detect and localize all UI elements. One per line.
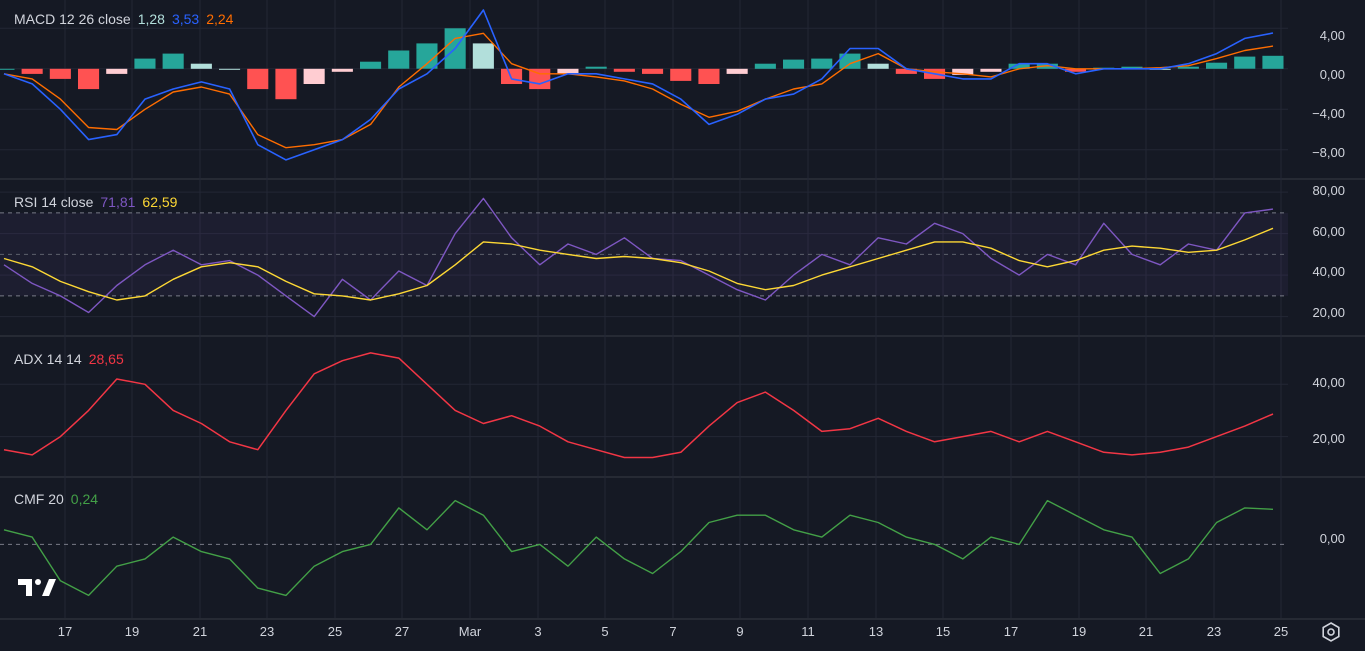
macd-histogram-bar bbox=[501, 68, 523, 84]
macd-histogram-bar bbox=[980, 68, 1002, 72]
tradingview-logo-icon[interactable] bbox=[18, 576, 56, 598]
macd-y-tick: −8,00 bbox=[1312, 145, 1345, 160]
x-tick: 25 bbox=[1273, 624, 1289, 639]
macd-histogram-bar bbox=[219, 68, 241, 70]
macd-histogram-bar bbox=[21, 68, 43, 74]
x-tick: Mar bbox=[458, 624, 482, 639]
x-tick: 5 bbox=[601, 624, 609, 639]
macd-histogram-bar bbox=[1177, 66, 1199, 69]
macd-histogram-bar bbox=[162, 53, 184, 69]
macd-histogram-bar bbox=[134, 58, 156, 69]
adx-y-tick: 20,00 bbox=[1312, 431, 1345, 446]
macd-legend-label: MACD 12 26 close bbox=[14, 11, 131, 27]
x-tick: 27 bbox=[394, 624, 410, 639]
x-tick: 11 bbox=[801, 624, 815, 639]
macd-histogram-bar bbox=[811, 58, 833, 69]
x-tick: 21 bbox=[192, 624, 208, 639]
macd-legend-histogram-value: 1,28 bbox=[137, 11, 165, 27]
x-tick: 7 bbox=[669, 624, 677, 639]
rsi-y-tick: 80,00 bbox=[1312, 183, 1345, 198]
adx-y-tick: 40,00 bbox=[1312, 375, 1345, 390]
rsi-y-tick: 60,00 bbox=[1312, 224, 1345, 239]
macd-histogram-bar bbox=[106, 68, 128, 74]
macd-histogram-bar bbox=[1206, 62, 1228, 69]
macd-histogram-bar bbox=[867, 63, 889, 69]
macd-histogram-bar bbox=[0, 68, 15, 70]
macd-histogram-bar bbox=[275, 68, 297, 100]
macd-histogram-bar bbox=[247, 68, 269, 90]
macd-histogram-bar bbox=[360, 61, 382, 69]
x-tick: 23 bbox=[1206, 624, 1222, 639]
macd-y-tick: 0,00 bbox=[1319, 67, 1345, 82]
x-tick: 15 bbox=[935, 624, 951, 639]
rsi-y-tick: 20,00 bbox=[1312, 305, 1345, 320]
x-tick: 9 bbox=[736, 624, 744, 639]
macd-histogram-bar bbox=[585, 66, 607, 69]
x-tick: 23 bbox=[259, 624, 275, 639]
macd-histogram-bar bbox=[416, 43, 438, 69]
macd-histogram-bar bbox=[49, 68, 71, 79]
macd-histogram-bar bbox=[78, 68, 100, 90]
rsi-legend-ma-value: 62,59 bbox=[142, 194, 178, 210]
macd-signal-line bbox=[3, 32, 1274, 149]
cmf-legend-label: CMF 20 bbox=[14, 491, 64, 507]
macd-y-tick: 4,00 bbox=[1319, 28, 1345, 43]
rsi-legend: RSI 14 close 71,81 62,59 bbox=[14, 193, 177, 211]
x-tick: 19 bbox=[1071, 624, 1087, 639]
x-tick: 13 bbox=[868, 624, 884, 639]
x-tick: 3 bbox=[534, 624, 542, 639]
x-tick: 17 bbox=[1003, 624, 1019, 639]
macd-histogram-bar bbox=[642, 68, 664, 74]
cmf-y-tick: 0,00 bbox=[1319, 531, 1345, 546]
rsi-legend-rsi-value: 71,81 bbox=[100, 194, 136, 210]
macd-histogram-bar bbox=[754, 63, 776, 69]
adx-line bbox=[3, 352, 1274, 459]
x-tick: 17 bbox=[57, 624, 73, 639]
macd-histogram-bar bbox=[783, 59, 805, 69]
macd-histogram-bar bbox=[388, 50, 410, 69]
macd-histogram-bar bbox=[472, 43, 494, 69]
x-tick: 25 bbox=[327, 624, 343, 639]
cmf-legend: CMF 20 0,24 bbox=[14, 490, 98, 508]
cmf-legend-value: 0,24 bbox=[70, 491, 99, 507]
macd-legend: MACD 12 26 close 1,28 3,53 2,24 bbox=[14, 10, 233, 28]
x-tick: 19 bbox=[124, 624, 140, 639]
adx-legend: ADX 14 14 28,65 bbox=[14, 350, 124, 368]
macd-legend-macd-value: 3,53 bbox=[171, 11, 200, 27]
rsi-legend-label: RSI 14 close bbox=[14, 194, 94, 210]
macd-histogram-bar bbox=[190, 63, 212, 69]
cmf-line bbox=[3, 499, 1274, 597]
adx-legend-value: 28,65 bbox=[88, 351, 124, 367]
macd-histogram-bar bbox=[303, 68, 325, 84]
macd-legend-signal-value: 2,24 bbox=[206, 11, 234, 27]
macd-histogram-bar bbox=[670, 68, 692, 81]
macd-y-tick: −4,00 bbox=[1312, 106, 1345, 121]
x-tick: 21 bbox=[1138, 624, 1154, 639]
adx-legend-label: ADX 14 14 bbox=[14, 351, 82, 367]
rsi-y-tick: 40,00 bbox=[1312, 264, 1345, 279]
macd-histogram-bar bbox=[1234, 56, 1256, 69]
macd-histogram-bar bbox=[613, 68, 635, 72]
macd-histogram-bar bbox=[726, 68, 748, 74]
macd-histogram-bar bbox=[698, 68, 720, 84]
indicator-chart[interactable] bbox=[0, 0, 1365, 651]
gear-icon[interactable] bbox=[1320, 621, 1342, 643]
macd-histogram-bar bbox=[1262, 55, 1284, 69]
macd-histogram-bar bbox=[331, 68, 353, 72]
